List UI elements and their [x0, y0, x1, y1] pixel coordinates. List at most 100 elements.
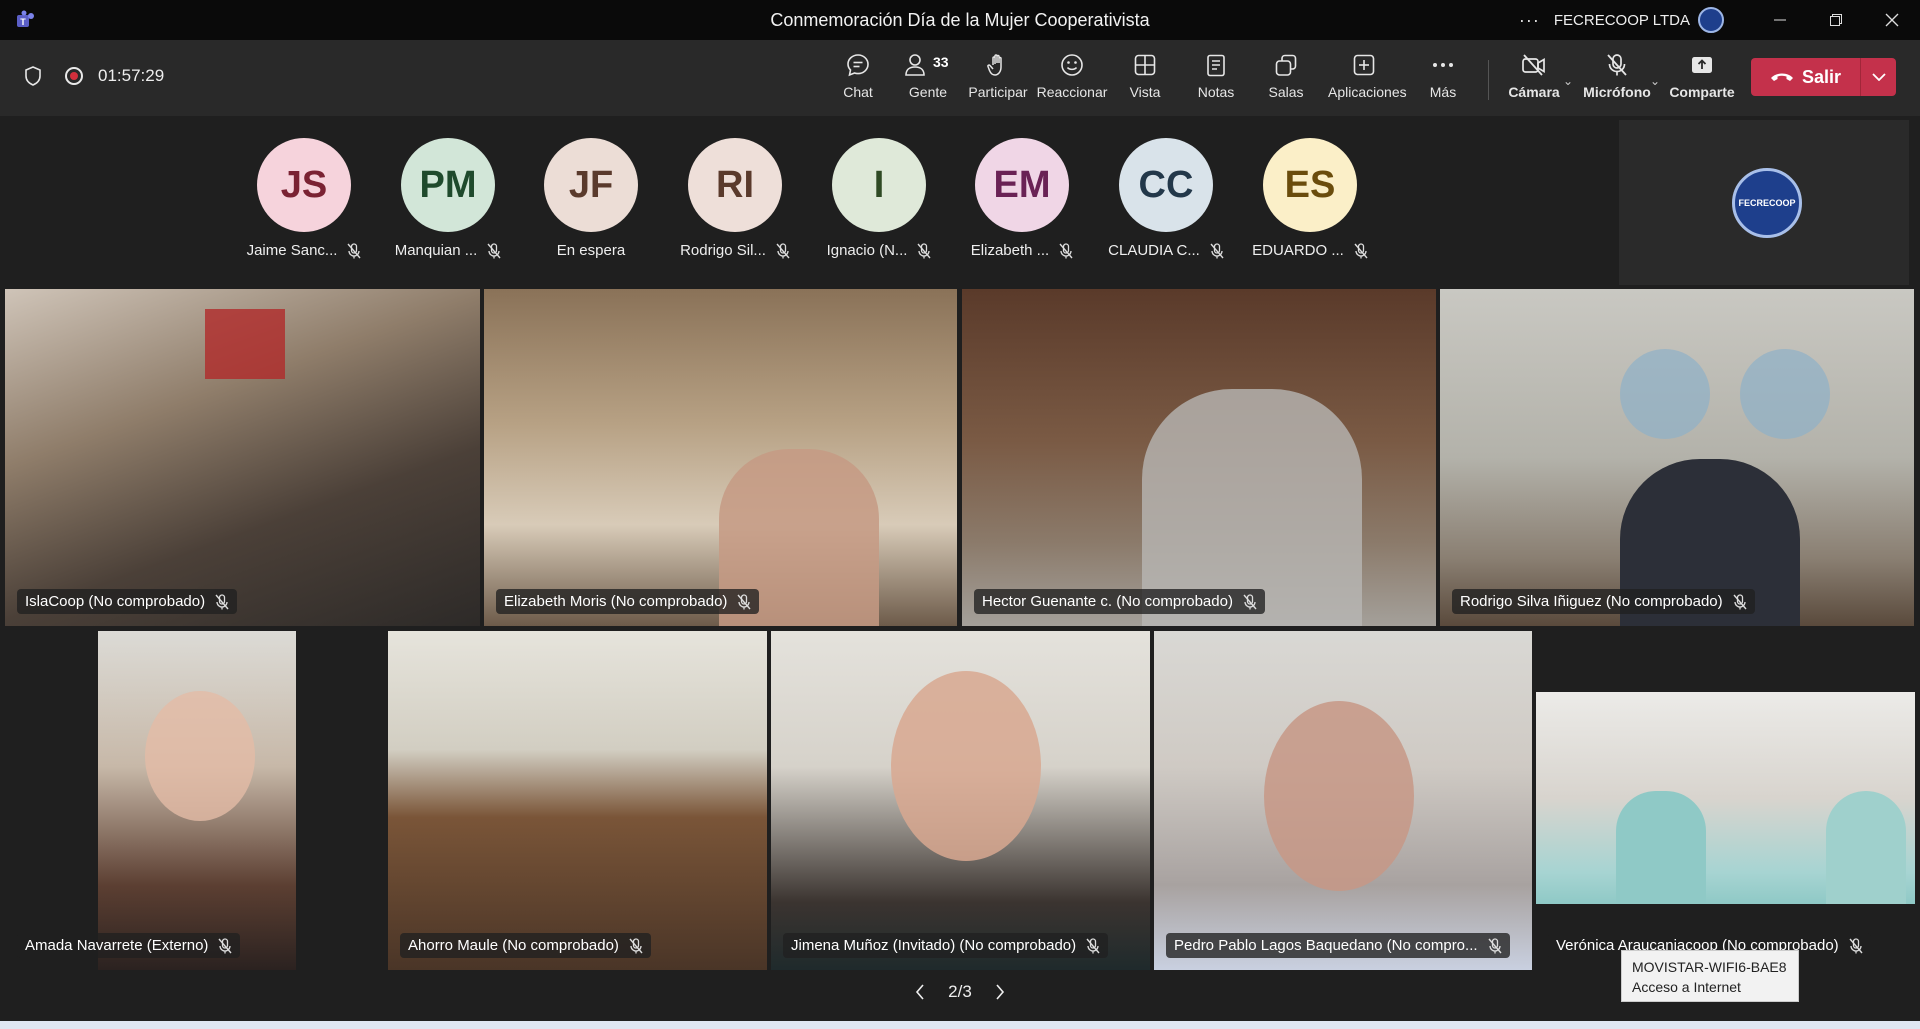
video-participant-name: Elizabeth Moris (No comprobado) — [504, 593, 728, 610]
video-tile[interactable]: Hector Guenante c. (No comprobado) — [962, 289, 1436, 626]
video-tile[interactable]: Elizabeth Moris (No comprobado) — [484, 289, 957, 626]
camera-options-chevron-icon[interactable]: ⌄ — [1563, 74, 1573, 88]
participant-card[interactable]: JS Jaime Sanc... — [232, 138, 376, 259]
video-name-label: Pedro Pablo Lagos Baquedano (No compro..… — [1166, 933, 1510, 958]
video-participant-name: Jimena Muñoz (Invitado) (No comprobado) — [791, 937, 1077, 954]
leave-label: Salir — [1801, 66, 1842, 87]
view-label: Vista — [1129, 84, 1161, 100]
mic-muted-icon — [737, 593, 751, 609]
chat-button[interactable]: Chat — [822, 52, 894, 100]
avatar: JF — [544, 138, 638, 232]
participant-name: Jaime Sanc... — [246, 242, 338, 259]
video-participant-name: Rodrigo Silva Iñiguez (No comprobado) — [1460, 593, 1723, 610]
restore-icon — [1830, 14, 1842, 26]
leave-button[interactable]: Salir — [1751, 58, 1860, 96]
camera-label: Cámara — [1508, 84, 1560, 100]
rooms-button[interactable]: Salas — [1250, 52, 1322, 100]
chat-label: Chat — [843, 84, 873, 100]
camera-button[interactable]: Cámara — [1498, 52, 1570, 100]
mic-muted-icon — [347, 242, 361, 258]
mic-muted-icon — [1354, 242, 1368, 258]
video-participant-name: Amada Navarrete (Externo) — [25, 937, 209, 954]
video-tile[interactable]: Jimena Muñoz (Invitado) (No comprobado) — [771, 631, 1150, 970]
recording-icon — [65, 67, 83, 85]
participant-name: En espera — [556, 242, 626, 259]
network-status: Acceso a Internet — [1632, 979, 1741, 995]
raise-hand-icon — [987, 54, 1002, 76]
avatar: JS — [257, 138, 351, 232]
participant-card[interactable]: ES EDUARDO ... — [1238, 138, 1382, 259]
mic-muted-icon — [1243, 593, 1257, 609]
notes-button[interactable]: Notas — [1180, 52, 1252, 100]
video-feed-detail — [1616, 791, 1706, 904]
avatar: EM — [975, 138, 1069, 232]
video-tile[interactable]: IslaCoop (No comprobado) — [5, 289, 480, 626]
video-feed-detail — [1826, 791, 1906, 904]
video-feed-detail — [1620, 349, 1710, 439]
video-participant-name: Ahorro Maule (No comprobado) — [408, 937, 619, 954]
notes-label: Notas — [1197, 84, 1235, 100]
camera-off-icon — [1522, 54, 1545, 76]
self-view-panel[interactable]: FECRECOOP — [1619, 120, 1909, 285]
video-tile[interactable]: Ahorro Maule (No comprobado) — [388, 631, 767, 970]
shield-icon[interactable] — [24, 66, 42, 86]
view-button[interactable]: Vista — [1109, 52, 1181, 100]
close-button[interactable] — [1864, 0, 1920, 40]
video-tile[interactable]: Pedro Pablo Lagos Baquedano (No compro..… — [1154, 631, 1532, 970]
mic-muted-icon — [1086, 937, 1100, 953]
mic-muted-icon — [917, 242, 931, 258]
avatar: CC — [1119, 138, 1213, 232]
people-count-badge: 33 — [933, 54, 949, 70]
avatar: RI — [688, 138, 782, 232]
video-feed — [388, 631, 767, 970]
raise-hand-button[interactable]: Participar — [962, 52, 1034, 100]
video-feed-detail — [205, 309, 285, 379]
participant-name: Rodrigo Sil... — [680, 242, 766, 259]
org-avatar[interactable] — [1698, 7, 1724, 33]
title-bar: T Conmemoración Día de la Mujer Cooperat… — [0, 0, 1920, 40]
react-button[interactable]: Reaccionar — [1036, 52, 1108, 100]
gallery-pager: 2/3 — [915, 982, 1005, 1002]
rooms-label: Salas — [1268, 84, 1304, 100]
mic-muted-icon — [1487, 937, 1502, 953]
previous-page-icon[interactable] — [915, 984, 925, 1000]
video-name-label: Hector Guenante c. (No comprobado) — [974, 589, 1265, 614]
video-name-label: Rodrigo Silva Iñiguez (No comprobado) — [1452, 589, 1755, 614]
participant-card[interactable]: PM Manquian ... — [376, 138, 520, 259]
leave-options-button[interactable] — [1861, 58, 1896, 96]
logo-text: FECRECOOP — [1738, 198, 1796, 208]
mic-button[interactable]: Micrófono — [1581, 52, 1653, 100]
participant-card[interactable]: JF En espera — [519, 138, 663, 259]
raise-hand-label: Participar — [968, 84, 1028, 100]
mic-muted-icon — [1733, 593, 1747, 609]
avatar: ES — [1263, 138, 1357, 232]
more-icon — [1433, 63, 1453, 67]
video-name-label: Elizabeth Moris (No comprobado) — [496, 589, 760, 614]
video-feed-detail — [891, 671, 1041, 861]
video-participant-name: Hector Guenante c. (No comprobado) — [982, 593, 1233, 610]
title-more-icon[interactable]: ··· — [1519, 10, 1540, 31]
people-button[interactable]: 33 Gente — [892, 52, 964, 100]
participant-card[interactable]: CC CLAUDIA C... — [1094, 138, 1238, 259]
video-participant-name: Pedro Pablo Lagos Baquedano (No compro..… — [1174, 937, 1478, 954]
restore-button[interactable] — [1808, 0, 1864, 40]
breakout-rooms-icon — [1275, 54, 1297, 76]
next-page-icon[interactable] — [995, 984, 1005, 1000]
participant-card[interactable]: I Ignacio (N... — [807, 138, 951, 259]
mic-options-chevron-icon[interactable]: ⌄ — [1650, 74, 1660, 88]
video-tile[interactable]: Amada Navarrete (Externo) — [5, 631, 384, 970]
participant-card[interactable]: RI Rodrigo Sil... — [663, 138, 807, 259]
minimize-button[interactable] — [1752, 0, 1808, 40]
more-label: Más — [1429, 84, 1457, 100]
participant-card[interactable]: EM Elizabeth ... — [950, 138, 1094, 259]
share-button[interactable]: Comparte — [1666, 52, 1738, 100]
more-button[interactable]: Más — [1407, 52, 1479, 100]
mic-muted-icon — [487, 242, 501, 258]
participant-name: EDUARDO ... — [1252, 242, 1344, 259]
video-feed-detail — [1740, 349, 1830, 439]
apps-button[interactable]: Aplicaciones — [1328, 52, 1407, 100]
org-name[interactable]: FECRECOOP LTDA — [1554, 12, 1690, 29]
video-tile[interactable]: Rodrigo Silva Iñiguez (No comprobado) — [1440, 289, 1914, 626]
video-name-label: Jimena Muñoz (Invitado) (No comprobado) — [783, 933, 1109, 958]
video-tile[interactable]: Verónica Araucaniacoop (No comprobado) — [1536, 631, 1915, 970]
